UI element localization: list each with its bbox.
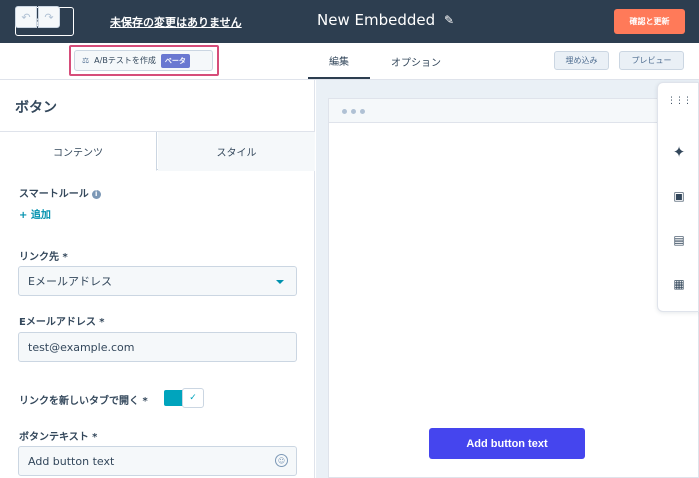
window-dot [351, 109, 356, 114]
smart-rule-label: スマートルール i [19, 185, 101, 200]
pencil-icon[interactable]: ✎ [444, 13, 454, 27]
chat-icon[interactable]: ▣ [658, 187, 699, 205]
tab-edit[interactable]: 編集 [308, 43, 370, 79]
redo-icon[interactable]: ↷ [38, 6, 60, 28]
unsaved-status-link[interactable]: 未保存の変更はありません [110, 14, 242, 30]
link-to-label: リンク先 * [19, 252, 68, 263]
sparkle-icon[interactable]: ✦ [658, 143, 699, 161]
review-update-button[interactable]: 確認と更新 [614, 9, 685, 34]
window-icon[interactable]: ▤ [658, 231, 699, 249]
ab-test-label: A/Bテストを作成 [94, 56, 156, 65]
embed-button[interactable]: 埋め込み [554, 51, 609, 70]
plus-icon: + [19, 210, 31, 221]
button-text-field[interactable]: Add button text ☺ [18, 446, 297, 476]
tab-contents[interactable]: コンテンツ [0, 132, 157, 171]
preview-button[interactable]: プレビュー [619, 51, 684, 70]
smart-rule-text: スマートルール [19, 189, 89, 200]
preview-cta-button[interactable]: Add button text [429, 428, 585, 459]
new-tab-label: リンクを新しいタブで開く * [19, 396, 148, 407]
new-tab-toggle[interactable]: ✓ [164, 388, 204, 408]
window-dot [360, 109, 365, 114]
chevron-down-icon [276, 280, 284, 284]
button-text-label: ボタンテキスト * [19, 432, 98, 443]
link-to-select[interactable]: Eメールアドレス [18, 266, 297, 296]
add-smart-rule-link[interactable]: + 追加 [19, 206, 51, 221]
browser-frame [328, 98, 699, 478]
info-icon[interactable]: i [91, 189, 101, 199]
browser-bar [329, 99, 698, 123]
right-tool-rail: ⋮⋮⋮ ✦ ▣ ▤ ▦ [657, 82, 699, 312]
window-dot [342, 109, 347, 114]
undo-icon[interactable]: ↶ [15, 6, 37, 28]
email-field[interactable]: test@example.com [18, 332, 297, 362]
sidebar-tabs: コンテンツ スタイル [0, 131, 315, 171]
tab-options[interactable]: オプション [380, 43, 452, 79]
flask-icon: ⚖ [82, 56, 90, 65]
email-value: test@example.com [28, 340, 135, 354]
panel-title: ボタン [15, 100, 57, 116]
tab-style[interactable]: スタイル [158, 132, 315, 171]
link-to-value: Eメールアドレス [28, 275, 112, 288]
calendar-icon[interactable]: ▦ [658, 275, 699, 293]
beta-badge: ベータ [160, 53, 190, 68]
emoji-icon[interactable]: ☺ [275, 454, 288, 467]
email-label: Eメールアドレス * [19, 317, 105, 328]
grid-icon[interactable]: ⋮⋮⋮ [658, 92, 699, 110]
page-title: New Embedded [317, 11, 436, 29]
add-label: 追加 [30, 210, 51, 221]
button-text-value: Add button text [28, 454, 115, 468]
check-icon: ✓ [182, 388, 204, 408]
create-ab-test-button[interactable]: ⚖ A/Bテストを作成 ベータ [74, 50, 213, 71]
